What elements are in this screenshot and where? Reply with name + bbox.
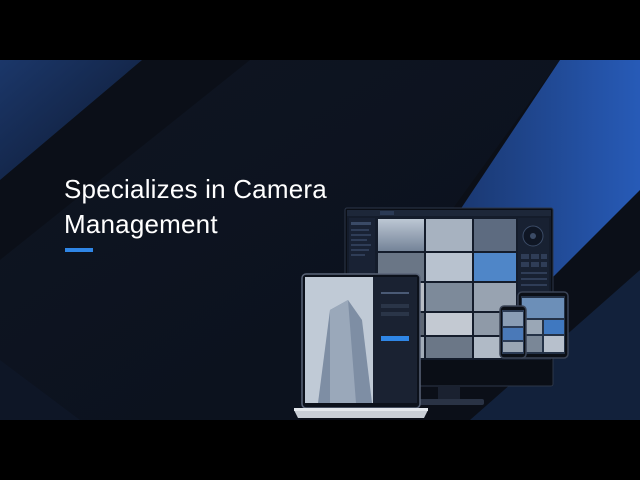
slide-frame: Specializes in Camera Management bbox=[0, 60, 640, 420]
monitor-stand-neck bbox=[438, 386, 460, 400]
monitor-topbar bbox=[347, 210, 551, 216]
phone bbox=[499, 305, 527, 359]
monitor-stand-base bbox=[414, 399, 484, 405]
laptop bbox=[294, 273, 428, 418]
laptop-login-button bbox=[381, 336, 409, 341]
device-illustration bbox=[294, 207, 569, 418]
laptop-base bbox=[294, 410, 428, 418]
